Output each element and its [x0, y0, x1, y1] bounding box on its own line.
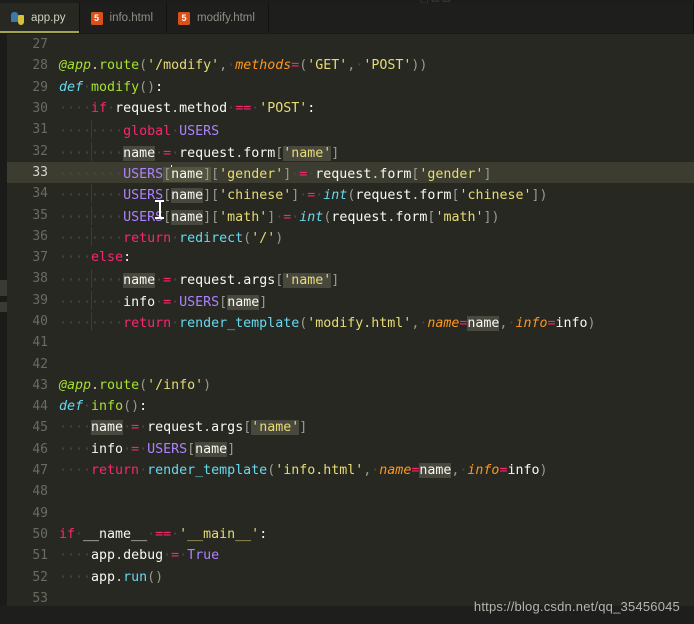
line-content[interactable]: ····if·request.method·==·'POST': [59, 101, 694, 116]
code-line[interactable]: 38 ········name·=·request.args['name'] [7, 268, 694, 289]
line-number: 29 [32, 79, 48, 95]
line-number: 42 [32, 356, 48, 372]
code-line[interactable]: 31 ········global·USERS [7, 119, 694, 140]
tab-app-py[interactable]: app.py [0, 3, 80, 33]
line-number: 35 [32, 207, 48, 223]
code-editor[interactable]: 27 28 @app.route('/modify',·methods=('GE… [0, 34, 694, 606]
code-line[interactable]: 28 @app.route('/modify',·methods=('GET',… [7, 55, 694, 76]
line-content[interactable]: ········name·=·request.form['name'] [59, 141, 694, 161]
line-number: 34 [32, 186, 48, 202]
line-content[interactable]: ····info·=·USERS[name] [59, 441, 694, 457]
line-content[interactable]: @app.route('/info') [59, 378, 694, 393]
line-content[interactable]: ····app.debug·=·True [59, 548, 694, 563]
line-content[interactable]: ········global·USERS [59, 120, 694, 140]
line-content[interactable]: ········USERS[name]['math']·=·int(reques… [59, 205, 694, 225]
code-line[interactable]: 44 def·info(): [7, 396, 694, 417]
line-content[interactable]: ····name·=·request.args['name'] [59, 420, 694, 436]
line-number: 53 [32, 590, 48, 606]
code-line[interactable]: 50 if·__name__·==·'__main__': [7, 524, 694, 545]
line-number: 38 [32, 271, 48, 287]
line-number: 41 [32, 335, 48, 351]
tab-bar-empty-space [268, 3, 693, 33]
line-number: 50 [32, 526, 48, 542]
code-line[interactable]: 27 [7, 34, 694, 55]
code-line[interactable]: 35 ········USERS[name]['math']·=·int(req… [7, 204, 694, 225]
line-number: 45 [32, 420, 48, 436]
tab-bar: app.py info.html modify.html [0, 3, 694, 34]
code-line[interactable]: 40 ········return·render_template('modif… [7, 311, 694, 332]
line-number: 49 [32, 505, 48, 521]
code-line[interactable]: 51 ····app.debug·=·True [7, 545, 694, 566]
line-content[interactable]: ········return·redirect('/') [59, 226, 694, 246]
code-line[interactable]: 34 ········USERS[name]['chinese']·=·int(… [7, 183, 694, 204]
line-number: 44 [32, 399, 48, 415]
line-number: 52 [32, 569, 48, 585]
edge-marker [0, 302, 7, 312]
tab-label: modify.html [197, 12, 255, 24]
html5-icon [90, 11, 103, 25]
code-line[interactable]: 52 ····app.run() [7, 566, 694, 587]
line-content[interactable]: def·info(): [59, 399, 694, 414]
line-content[interactable]: def·modify(): [59, 80, 694, 95]
code-line[interactable]: 30 ····if·request.method·==·'POST': [7, 98, 694, 119]
code-line[interactable]: 36 ········return·redirect('/') [7, 226, 694, 247]
editor-left-strip [0, 34, 7, 606]
line-number: 32 [32, 143, 48, 159]
line-number: 27 [32, 37, 48, 53]
line-number: 33 [32, 164, 48, 180]
code-line[interactable]: 32 ········name·=·request.form['name'] [7, 140, 694, 161]
tab-label: info.html [109, 12, 153, 24]
tab-label: app.py [31, 12, 66, 24]
code-line[interactable]: 46 ····info·=·USERS[name] [7, 439, 694, 460]
line-number: 30 [32, 101, 48, 117]
edge-marker [0, 280, 7, 296]
tab-info-html[interactable]: info.html [79, 3, 167, 33]
code-line[interactable]: 48 [7, 481, 694, 502]
watermark-url: https://blog.csdn.net/qq_35456045 [473, 599, 680, 614]
line-number: 36 [32, 228, 48, 244]
html5-icon [178, 11, 190, 25]
line-number: 47 [32, 463, 48, 479]
line-content[interactable]: ····return·render_template('info.html',·… [59, 463, 694, 479]
line-content[interactable]: @app.route('/modify',·methods=('GET',·'P… [59, 58, 694, 73]
line-number: 46 [32, 441, 48, 457]
editor-window: · · · · ⬚ ▭ ▭ app.py info.html modify.ht… [0, 0, 694, 624]
line-content[interactable]: ········name·=·request.args['name'] [59, 269, 694, 289]
code-line[interactable]: 45 ····name·=·request.args['name'] [7, 417, 694, 438]
code-line[interactable]: 43 @app.route('/info') [7, 375, 694, 396]
line-content[interactable]: if·__name__·==·'__main__': [59, 527, 694, 542]
python-icon [11, 11, 24, 25]
line-content[interactable]: ····app.run() [59, 570, 694, 585]
code-lines[interactable]: 27 28 @app.route('/modify',·methods=('GE… [7, 34, 694, 606]
line-number: 39 [32, 292, 48, 308]
code-line-current[interactable]: 33 ········USERS[name]['gender']·=·reque… [7, 161, 694, 184]
line-content[interactable]: ····else: [59, 250, 694, 265]
line-content[interactable]: ········USERS[name]['gender']·=·request.… [59, 162, 694, 182]
code-line[interactable]: 41 [7, 332, 694, 353]
line-number: 43 [32, 377, 48, 393]
line-number: 28 [32, 58, 48, 74]
line-content[interactable]: ········return·render_template('modify.h… [59, 312, 694, 331]
code-line[interactable]: 42 [7, 353, 694, 374]
line-number: 31 [32, 122, 48, 138]
code-line[interactable]: 49 [7, 503, 694, 524]
code-line[interactable]: 39 ········info·=·USERS[name] [7, 290, 694, 311]
line-number: 51 [32, 548, 48, 564]
line-content[interactable]: ········USERS[name]['chinese']·=·int(req… [59, 184, 694, 204]
code-line[interactable]: 29 def·modify(): [7, 77, 694, 98]
code-line[interactable]: 47 ····return·render_template('info.html… [7, 460, 694, 481]
line-number: 37 [32, 250, 48, 266]
line-content[interactable]: ········info·=·USERS[name] [59, 290, 694, 310]
line-number: 48 [32, 484, 48, 500]
code-line[interactable]: 37 ····else: [7, 247, 694, 268]
tab-modify-html[interactable]: modify.html [167, 3, 269, 33]
line-number: 40 [32, 314, 48, 329]
